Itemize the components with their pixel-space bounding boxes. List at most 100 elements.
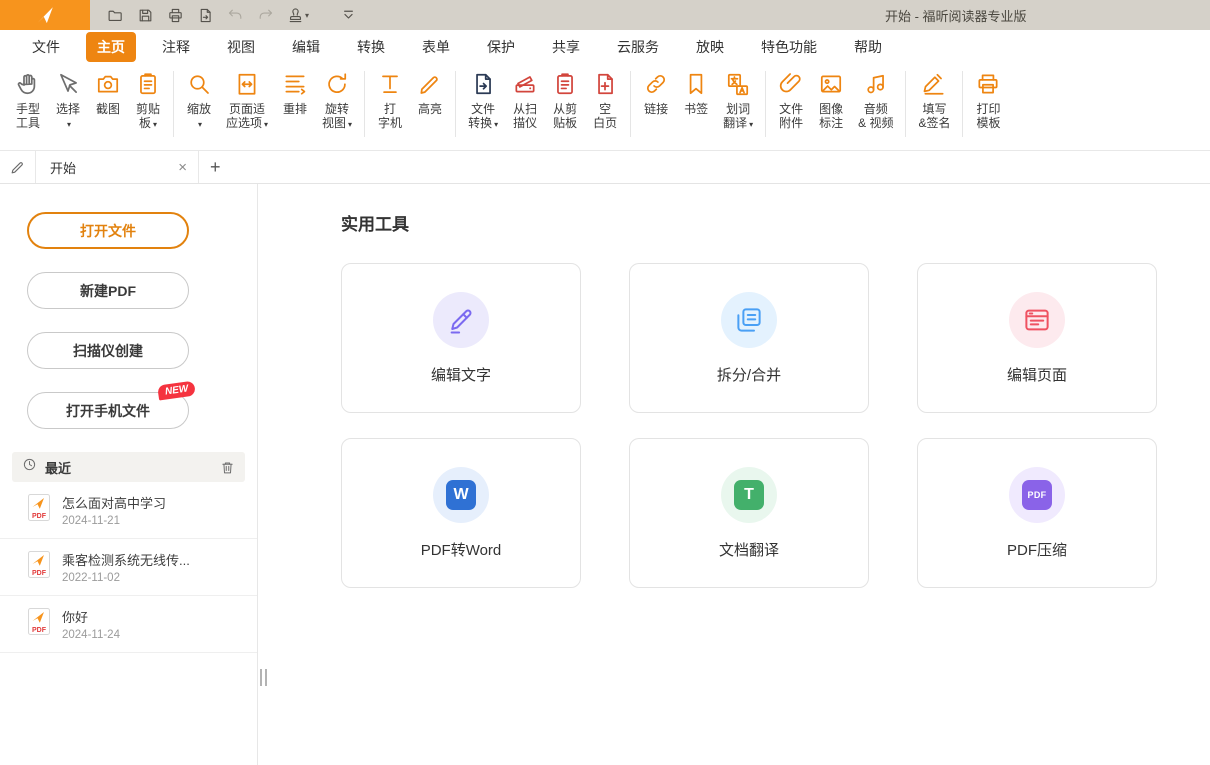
tool-label: 打 字机 xyxy=(378,102,402,130)
clear-recent-trash-icon[interactable] xyxy=(220,460,235,475)
print-template-icon xyxy=(975,70,1001,98)
tool-label: 选择 ▾ xyxy=(56,102,80,132)
recent-header: 最近 xyxy=(12,452,245,482)
export-icon[interactable] xyxy=(194,5,217,26)
link-icon xyxy=(643,70,669,98)
tool-file-attachment[interactable]: 文件 附件 xyxy=(771,68,811,132)
customize-toolbar-icon[interactable] xyxy=(337,5,360,26)
tool-clipboard[interactable]: 剪贴 板▾ xyxy=(128,68,168,134)
tool-link[interactable]: 链接 xyxy=(636,68,676,118)
recent-file[interactable]: PDF乘客检测系统无线传...2022-11-02 xyxy=(0,539,257,596)
tool-bookmark[interactable]: 书签 xyxy=(676,68,716,118)
tool-highlight[interactable]: 高亮 xyxy=(410,68,450,118)
close-tab-icon[interactable]: × xyxy=(175,159,190,176)
foxit-logo[interactable] xyxy=(0,0,90,30)
tab-start[interactable]: 开始 × xyxy=(36,151,199,183)
dropdown-arrow-icon: ▾ xyxy=(153,120,157,129)
card-label: 编辑页面 xyxy=(1007,364,1067,385)
print-icon[interactable] xyxy=(164,5,187,26)
tool-select-tool[interactable]: 选择 ▾ xyxy=(48,68,88,134)
tool-print-template[interactable]: 打印 模板 xyxy=(968,68,1008,132)
tool-word-translate[interactable]: 划词 翻译▾ xyxy=(716,68,760,134)
tool-label: 文件 附件 xyxy=(779,102,803,130)
tool-label-text: 旋转 视图 xyxy=(322,102,349,130)
card-edit-pages[interactable]: 编辑页面 xyxy=(917,263,1157,413)
card-label: PDF转Word xyxy=(421,539,502,560)
open-file-button[interactable]: 打开文件 xyxy=(27,212,189,249)
tool-blank-page[interactable]: 空 白页 xyxy=(585,68,625,132)
menu-tab-share[interactable]: 共享 xyxy=(541,32,591,62)
recent-file-info: 你好2024-11-24 xyxy=(62,607,120,641)
menu-tab-cloud-service[interactable]: 云服务 xyxy=(606,32,670,62)
menu-tab-file[interactable]: 文件 xyxy=(21,32,71,62)
open-file-icon[interactable] xyxy=(104,5,127,26)
file-name: 怎么面对高中学习 xyxy=(62,493,166,512)
tool-from-scanner[interactable]: 从扫 描仪 xyxy=(505,68,545,132)
audio-video-icon xyxy=(863,70,889,98)
pdf-file-icon: PDF xyxy=(28,494,50,526)
tool-file-convert[interactable]: 文件 转换▾ xyxy=(461,68,505,134)
menu-tab-home[interactable]: 主页 xyxy=(86,32,136,62)
tool-typewriter[interactable]: 打 字机 xyxy=(370,68,410,132)
card-pdf-to-word[interactable]: W PDF转Word xyxy=(341,438,581,588)
tool-label-text: 高亮 xyxy=(418,102,442,116)
tool-label: 从扫 描仪 xyxy=(513,102,537,130)
tool-from-clipboard[interactable]: 从剪 贴板 xyxy=(545,68,585,132)
tool-label-text: 书签 xyxy=(684,102,708,116)
menu-tab-form[interactable]: 表单 xyxy=(411,32,461,62)
ribbon-group-divider xyxy=(962,71,963,137)
svg-text:PDF: PDF xyxy=(32,513,47,520)
card-split-merge[interactable]: 拆分/合并 xyxy=(629,263,869,413)
undo-icon[interactable] xyxy=(224,5,247,26)
dropdown-arrow-icon: ▾ xyxy=(348,120,352,129)
tool-fill-sign[interactable]: 填写 &签名 xyxy=(911,68,957,132)
recent-file[interactable]: PDF怎么面对高中学习2024-11-21 xyxy=(0,482,257,539)
tool-audio-video[interactable]: 音频 & 视频 xyxy=(851,68,900,132)
button-label: 扫描仪创建 xyxy=(73,341,143,361)
menu-tab-comment[interactable]: 注释 xyxy=(151,32,201,62)
card-doc-translate[interactable]: T文档翻译 xyxy=(629,438,869,588)
menu-tab-presentation[interactable]: 放映 xyxy=(685,32,735,62)
recent-file-list: PDF怎么面对高中学习2024-11-21PDF乘客检测系统无线传...2022… xyxy=(0,482,257,653)
tool-label: 打印 模板 xyxy=(976,102,1000,130)
ribbon-group-divider xyxy=(364,71,365,137)
titlebar: ▾ 开始 - 福昕阅读器专业版 xyxy=(0,0,1210,30)
new-pdf-button[interactable]: 新建PDF xyxy=(27,272,189,309)
tool-label: 旋转 视图▾ xyxy=(322,102,352,132)
tool-rotate-view[interactable]: 旋转 视图▾ xyxy=(315,68,359,134)
new-badge: NEW xyxy=(157,380,196,400)
tool-label: 图像 标注 xyxy=(819,102,843,130)
sidebar-collapse-handle[interactable] xyxy=(260,669,267,686)
menu-tab-view[interactable]: 视图 xyxy=(216,32,266,62)
new-tab-button[interactable]: + xyxy=(199,157,232,178)
annotate-pencil-icon[interactable] xyxy=(0,151,36,183)
tool-snapshot[interactable]: 截图 xyxy=(88,68,128,118)
recent-title: 最近 xyxy=(45,458,220,477)
tool-label-text: 填写 &签名 xyxy=(918,102,950,130)
card-pdf-compress[interactable]: PDFPDF压缩 xyxy=(917,438,1157,588)
tool-reflow[interactable]: 重排 xyxy=(275,68,315,118)
save-icon[interactable] xyxy=(134,5,157,26)
tool-label: 缩放 ▾ xyxy=(187,102,211,132)
card-label: 编辑文字 xyxy=(431,364,491,385)
tool-hand-tool[interactable]: 手型 工具 xyxy=(8,68,48,132)
tool-label-text: 缩放 xyxy=(187,102,211,116)
menu-tab-protect[interactable]: 保护 xyxy=(476,32,526,62)
recent-file[interactable]: PDF你好2024-11-24 xyxy=(0,596,257,653)
menu-tab-special-features[interactable]: 特色功能 xyxy=(750,32,828,62)
pdf-to-word-icon: W xyxy=(433,467,489,523)
word-translate-icon xyxy=(725,70,751,98)
menu-tab-edit[interactable]: 编辑 xyxy=(281,32,331,62)
highlight-icon xyxy=(417,70,443,98)
stamp-icon[interactable]: ▾ xyxy=(284,5,312,26)
open-mobile-file-button[interactable]: 打开手机文件NEW xyxy=(27,392,189,429)
menu-tab-convert[interactable]: 转换 xyxy=(346,32,396,62)
create-from-scanner-button[interactable]: 扫描仪创建 xyxy=(27,332,189,369)
redo-icon[interactable] xyxy=(254,5,277,26)
tool-label: 填写 &签名 xyxy=(918,102,950,130)
menu-tab-help[interactable]: 帮助 xyxy=(843,32,893,62)
tool-image-annotation[interactable]: 图像 标注 xyxy=(811,68,851,132)
card-edit-text[interactable]: 编辑文字 xyxy=(341,263,581,413)
tool-page-fit-options[interactable]: 页面适 应选项▾ xyxy=(219,68,275,134)
tool-zoom[interactable]: 缩放 ▾ xyxy=(179,68,219,134)
